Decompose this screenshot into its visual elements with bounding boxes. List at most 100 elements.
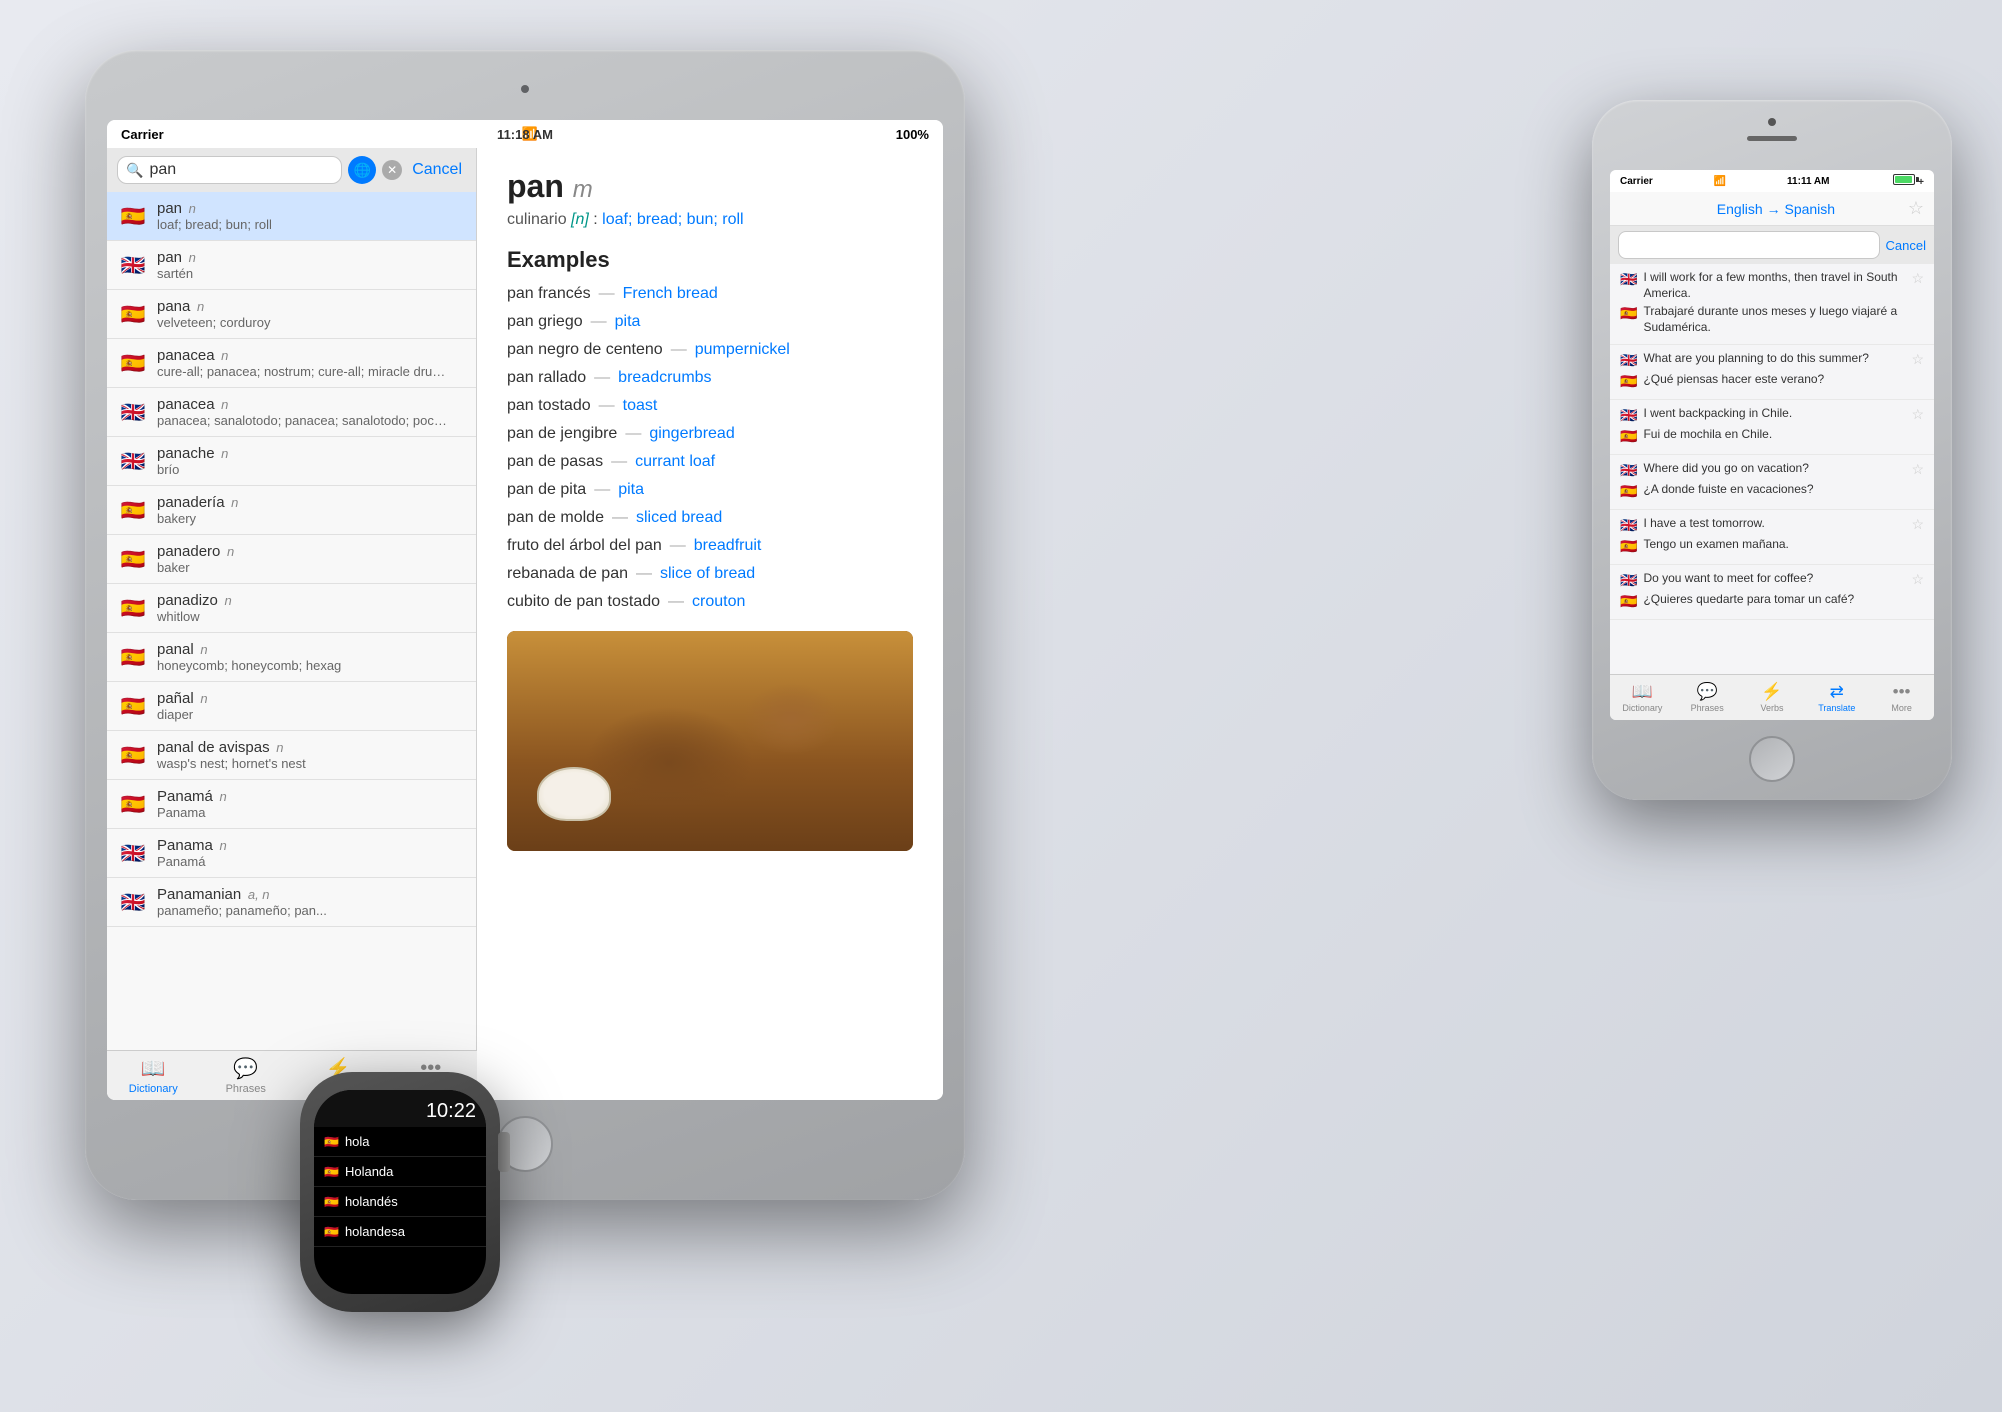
ex-en-11: crouton (692, 593, 745, 611)
watch-time: 10:22 (314, 1098, 486, 1127)
watch-item-holandesa[interactable]: 🇪🇸 holandesa (314, 1217, 486, 1247)
ex-dash-7: — (594, 481, 610, 499)
word-pos-1: n (185, 250, 196, 265)
ex-es-8: pan de molde (507, 509, 604, 527)
ex-en-6: currant loaf (635, 453, 715, 471)
phrase-star-0[interactable]: ☆ (1911, 270, 1924, 287)
watch-crown (498, 1132, 510, 1172)
word-item-panacea-gb[interactable]: 🇬🇧 panacea n panacea; sanalotodo; panace… (107, 388, 476, 437)
word-item-panadero[interactable]: 🇪🇸 panadero n baker (107, 535, 476, 584)
ex-es-7: pan de pita (507, 481, 586, 499)
flag-es-0: 🇪🇸 (119, 202, 147, 230)
iphone-home-button[interactable] (1749, 736, 1795, 782)
word-main-11: panal de avispas (157, 739, 270, 756)
ex-dash-6: — (611, 453, 627, 471)
phrase-en-text-0: I will work for a few months, then trave… (1643, 270, 1905, 301)
flag-gb-13: 🇬🇧 (119, 839, 147, 867)
phrase-flag-es-5: 🇪🇸 (1620, 593, 1637, 610)
iphone-search-bar: Cancel (1610, 226, 1934, 264)
word-item-panal[interactable]: 🇪🇸 panal n honeycomb; honeycomb; hexag (107, 633, 476, 682)
word-item-panal[interactable]: 🇪🇸 pañal n diaper (107, 682, 476, 731)
word-item-pan-es[interactable]: 🇪🇸 pan n loaf; bread; bun; roll (107, 192, 476, 241)
ex-es-2: pan negro de centeno (507, 341, 663, 359)
phrase-flag-gb-1: 🇬🇧 (1620, 352, 1637, 369)
ipad-camera (521, 85, 529, 93)
def-colon: : (593, 211, 602, 228)
flag-es-2: 🇪🇸 (119, 300, 147, 328)
flag-gb-1: 🇬🇧 (119, 251, 147, 279)
word-sub-1: sartén (157, 266, 447, 281)
word-item-panamanian[interactable]: 🇬🇧 Panamanian a, n panameño; panameño; p… (107, 878, 476, 927)
iphone-tab-verbs[interactable]: ⚡ Verbs (1740, 675, 1805, 720)
watch-item-holandes[interactable]: 🇪🇸 holandés (314, 1187, 486, 1217)
word-item-panama-es[interactable]: 🇪🇸 Panamá n Panama (107, 780, 476, 829)
ex-dash-9: — (670, 537, 686, 555)
example-1: pan griego — pita (507, 313, 913, 331)
phrase-star-3[interactable]: ☆ (1911, 461, 1924, 478)
ex-es-3: pan rallado (507, 369, 586, 387)
phrase-row-en-2: 🇬🇧 I went backpacking in Chile. ☆ (1620, 406, 1924, 424)
phrase-star-1[interactable]: ☆ (1911, 351, 1924, 368)
iphone-more-label: More (1891, 703, 1912, 713)
example-10: rebanada de pan — slice of bread (507, 565, 913, 583)
word-sub-12: Panama (157, 805, 447, 820)
iphone-tab-dictionary[interactable]: 📖 Dictionary (1610, 675, 1675, 720)
ex-es-10: rebanada de pan (507, 565, 628, 583)
iphone-tab-translate[interactable]: ⇄ Translate (1804, 675, 1869, 720)
word-item-panache[interactable]: 🇬🇧 panache n brío (107, 437, 476, 486)
word-item-pan-gb[interactable]: 🇬🇧 pan n sartén (107, 241, 476, 290)
definition-panel: pan m culinario [n] : loaf; bread; bun; … (477, 148, 943, 1100)
phrase-flag-gb-0: 🇬🇧 (1620, 271, 1637, 288)
def-translations: loaf; bread; bun; roll (602, 211, 743, 228)
ex-dash-1: — (591, 313, 607, 331)
ex-es-6: pan de pasas (507, 453, 603, 471)
phrase-star-5[interactable]: ☆ (1911, 571, 1924, 588)
word-item-pana[interactable]: 🇪🇸 pana n velveteen; corduroy (107, 290, 476, 339)
search-input-wrapper[interactable]: 🔍 pan (117, 156, 342, 184)
phrase-row-es-2: 🇪🇸 Fui de mochila en Chile. (1620, 427, 1924, 445)
tab-phrases[interactable]: 💬 Phrases (200, 1051, 293, 1100)
iphone-tab-phrases[interactable]: 💬 Phrases (1675, 675, 1740, 720)
def-gender: m (573, 176, 593, 203)
word-item-panacea-es[interactable]: 🇪🇸 panacea n cure-all; panacea; nostrum;… (107, 339, 476, 388)
carrier-label: Carrier (121, 127, 164, 142)
word-sub-14: panameño; panameño; pan... (157, 903, 447, 918)
word-info-10: pañal n diaper (157, 690, 464, 722)
globe-button[interactable]: 🌐 (348, 156, 376, 184)
phrase-en-text-4: I have a test tomorrow. (1643, 516, 1905, 532)
ex-en-10: slice of bread (660, 565, 755, 583)
phrase-pair-1: 🇬🇧 What are you planning to do this summ… (1610, 345, 1934, 400)
cancel-button[interactable]: Cancel (408, 161, 466, 179)
ipad-left-panel: 🔍 pan 🌐 ✕ Cancel 🇪🇸 pan n loaf; bread; b (107, 148, 477, 1100)
word-info-2: pana n velveteen; corduroy (157, 298, 464, 330)
word-pos-14: a, n (244, 887, 269, 902)
iphone-battery: + (1890, 174, 1924, 188)
phrase-row-es-5: 🇪🇸 ¿Quieres quedarte para tomar un café? (1620, 592, 1924, 610)
clear-button[interactable]: ✕ (382, 160, 402, 180)
watch-item-hola[interactable]: 🇪🇸 hola (314, 1127, 486, 1157)
watch-item-holanda[interactable]: 🇪🇸 Holanda (314, 1157, 486, 1187)
iphone-cancel-button[interactable]: Cancel (1886, 238, 1926, 253)
iphone-tabbar: 📖 Dictionary 💬 Phrases ⚡ Verbs ⇄ Transla… (1610, 674, 1934, 720)
iphone-search-input[interactable] (1618, 231, 1880, 259)
word-info-9: panal n honeycomb; honeycomb; hexag (157, 641, 464, 673)
word-item-panaderia[interactable]: 🇪🇸 panadería n bakery (107, 486, 476, 535)
phrase-star-2[interactable]: ☆ (1911, 406, 1924, 423)
tab-dictionary[interactable]: 📖 Dictionary (107, 1051, 200, 1100)
word-main-2: pana (157, 298, 190, 315)
word-item-panadizo[interactable]: 🇪🇸 panadizo n whitlow (107, 584, 476, 633)
phrase-row-es-0: 🇪🇸 Trabajaré durante unos meses y luego … (1620, 304, 1924, 335)
iphone-tab-more[interactable]: ••• More (1869, 675, 1934, 720)
word-main-5: panache (157, 445, 215, 462)
ex-dash-4: — (599, 397, 615, 415)
word-sub-0: loaf; bread; bun; roll (157, 217, 447, 232)
word-sub-11: wasp's nest; hornet's nest (157, 756, 447, 771)
example-3: pan rallado — breadcrumbs (507, 369, 913, 387)
word-info-14: Panamanian a, n panameño; panameño; pan.… (157, 886, 464, 918)
word-pos-2: n (193, 299, 204, 314)
word-item-panama-gb[interactable]: 🇬🇧 Panama n Panamá (107, 829, 476, 878)
iphone-dict-icon: 📖 (1632, 682, 1653, 702)
iphone-favorite-button[interactable]: ☆ (1908, 198, 1924, 219)
phrase-star-4[interactable]: ☆ (1911, 516, 1924, 533)
word-item-panal-avispas[interactable]: 🇪🇸 panal de avispas n wasp's nest; horne… (107, 731, 476, 780)
